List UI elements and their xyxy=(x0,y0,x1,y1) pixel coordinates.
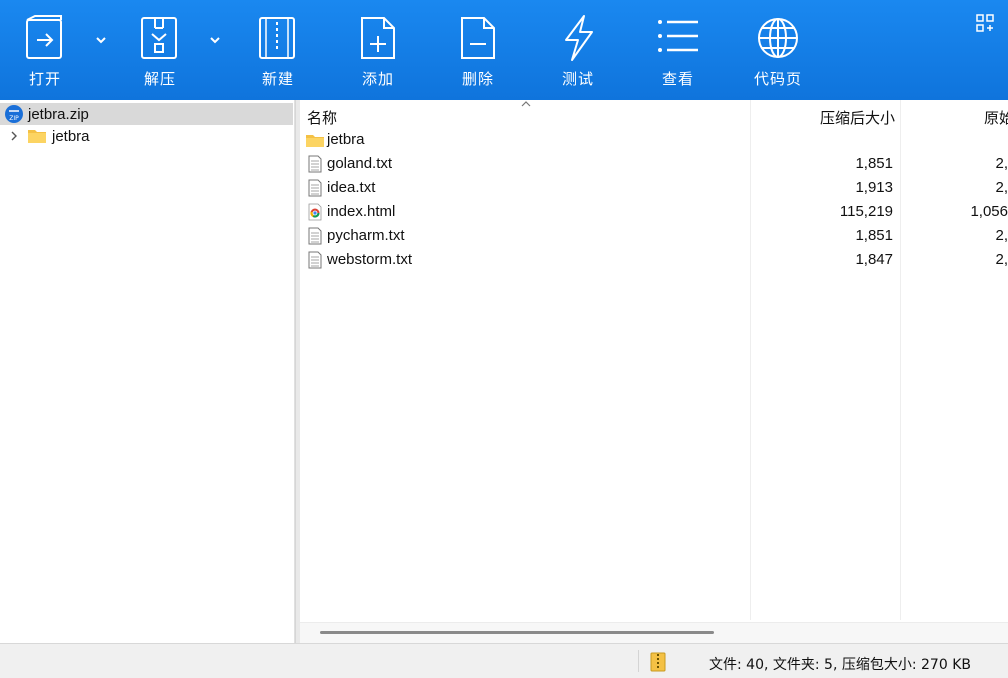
test-button[interactable]: 测试 xyxy=(538,14,618,94)
original-size: 2, xyxy=(995,155,1008,172)
add-button[interactable]: 添加 xyxy=(338,14,418,94)
list-item[interactable]: jetbra xyxy=(300,128,1008,152)
extract-button[interactable]: 解压 xyxy=(120,14,200,94)
zip-archive-icon: ZIP xyxy=(5,105,23,123)
add-file-icon xyxy=(361,17,395,59)
tree-item-folder[interactable]: jetbra xyxy=(0,125,293,147)
text-file-icon xyxy=(308,155,322,173)
archive-status-icon xyxy=(650,652,666,672)
view-button[interactable]: 查看 xyxy=(638,14,718,94)
file-name: goland.txt xyxy=(327,155,393,172)
list-item[interactable]: webstorm.txt 1,847 2, xyxy=(300,248,1008,272)
open-icon xyxy=(26,15,62,59)
delete-label: 删除 xyxy=(461,70,494,88)
original-size: 1,056 xyxy=(970,203,1008,220)
compressed-size: 1,851 xyxy=(855,227,893,244)
column-header-name[interactable]: 名称 xyxy=(307,107,337,128)
list-item[interactable]: goland.txt 1,851 2, xyxy=(300,152,1008,176)
test-lightning-icon xyxy=(565,15,593,61)
file-name: webstorm.txt xyxy=(327,251,413,268)
column-header-compressed-size[interactable]: 压缩后大小 xyxy=(820,107,895,128)
add-label: 添加 xyxy=(361,70,394,88)
status-bar: 文件: 40, 文件夹: 5, 压缩包大小: 270 KB xyxy=(0,643,1008,678)
compressed-size: 1,851 xyxy=(855,155,893,172)
list-header: 名称 压缩后大小 原始 xyxy=(300,100,1008,130)
codepage-button[interactable]: 代码页 xyxy=(738,14,818,94)
list-item[interactable]: idea.txt 1,913 2, xyxy=(300,176,1008,200)
tree-item-folder-label: jetbra xyxy=(52,127,90,145)
list-item[interactable]: pycharm.txt 1,851 2, xyxy=(300,224,1008,248)
folder-icon xyxy=(306,135,324,147)
toolbar: 打开 解压 新建 添加 删除 测试 查看 代码页 xyxy=(0,0,1008,100)
original-size: 2, xyxy=(995,251,1008,268)
compressed-size: 1,847 xyxy=(855,251,893,268)
new-archive-icon xyxy=(259,17,295,59)
list-item[interactable]: index.html 115,219 1,056 xyxy=(300,200,1008,224)
open-button[interactable]: 打开 xyxy=(5,14,85,94)
file-name: idea.txt xyxy=(327,179,376,196)
text-file-icon xyxy=(308,179,322,197)
codepage-label: 代码页 xyxy=(753,70,802,88)
horizontal-scrollbar[interactable] xyxy=(300,622,1008,643)
original-size: 2, xyxy=(995,179,1008,196)
folder-tree: ZIP jetbra.zip jetbra xyxy=(0,100,295,643)
view-label: 查看 xyxy=(661,70,694,88)
svg-text:ZIP: ZIP xyxy=(9,115,19,122)
status-divider xyxy=(638,650,639,672)
tree-item-archive-label: jetbra.zip xyxy=(28,105,89,123)
text-file-icon xyxy=(308,227,322,245)
chevron-right-icon[interactable] xyxy=(8,130,20,142)
extract-dropdown-chevron-icon[interactable] xyxy=(207,32,223,48)
folder-icon xyxy=(28,130,46,143)
view-list-icon xyxy=(658,20,698,52)
column-header-original-size[interactable]: 原始 xyxy=(984,107,1008,128)
test-label: 测试 xyxy=(561,70,594,88)
tree-item-archive[interactable]: ZIP jetbra.zip xyxy=(0,103,293,125)
delete-file-icon xyxy=(461,17,495,59)
original-size: 2, xyxy=(995,227,1008,244)
file-name: jetbra xyxy=(327,131,365,148)
new-archive-button[interactable]: 新建 xyxy=(238,14,318,94)
chrome-html-file-icon xyxy=(308,203,322,221)
extract-icon xyxy=(141,17,177,59)
compressed-size: 1,913 xyxy=(855,179,893,196)
file-list: 名称 压缩后大小 原始 jetbra goland.txt 1,851 2, i… xyxy=(300,100,1008,643)
sort-ascending-icon xyxy=(521,101,531,107)
globe-icon xyxy=(758,18,798,58)
file-name: pycharm.txt xyxy=(327,227,405,244)
delete-button[interactable]: 删除 xyxy=(438,14,518,94)
window-layout-icon[interactable] xyxy=(976,14,994,32)
extract-label: 解压 xyxy=(143,70,176,88)
open-dropdown-chevron-icon[interactable] xyxy=(93,32,109,48)
new-archive-label: 新建 xyxy=(261,70,294,88)
open-label: 打开 xyxy=(28,70,61,88)
file-name: index.html xyxy=(327,203,396,220)
compressed-size: 115,219 xyxy=(839,203,893,220)
status-text: 文件: 40, 文件夹: 5, 压缩包大小: 270 KB xyxy=(709,657,971,673)
text-file-icon xyxy=(308,251,322,269)
scrollbar-thumb[interactable] xyxy=(320,631,714,634)
